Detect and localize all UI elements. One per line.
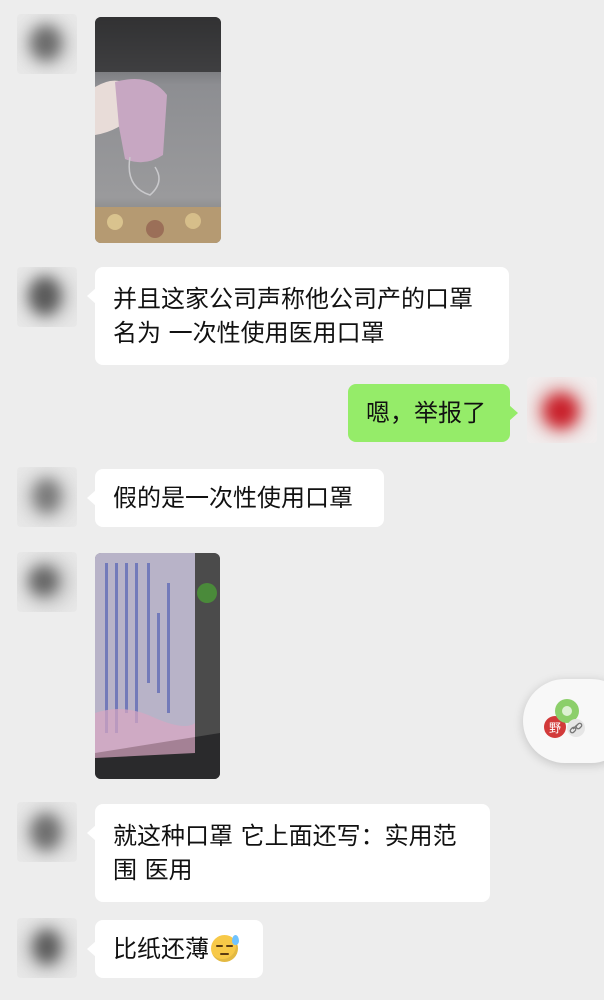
message-text: 名为 一次性使用医用口罩 (113, 319, 385, 347)
link-icon[interactable] (567, 719, 585, 737)
avatar[interactable] (527, 377, 597, 443)
message-text: 围 医用 (113, 856, 193, 884)
message-bubble[interactable]: 比纸还薄 (87, 920, 263, 978)
message-bubble[interactable]: 就这种口罩 它上面还写：实用范 围 医用 (87, 804, 490, 902)
svg-text:野: 野 (549, 721, 561, 735)
message-bubble[interactable]: 假的是一次性使用口罩 (87, 469, 384, 527)
avatar[interactable] (17, 467, 77, 527)
message-text: 并且这家公司声称他公司产的口罩 (113, 285, 473, 313)
sweat-smile-emoji-icon (211, 935, 239, 962)
message-bubble[interactable]: 并且这家公司声称他公司产的口罩 名为 一次性使用医用口罩 (87, 267, 509, 365)
avatar[interactable] (17, 14, 77, 74)
avatar[interactable] (17, 802, 77, 862)
message-bubble[interactable]: 嗯，举报了 (348, 384, 518, 442)
message-text: 嗯，举报了 (366, 399, 486, 427)
mask-package-photo[interactable] (95, 553, 220, 779)
floating-shortcut-widget[interactable]: 野 (523, 679, 604, 763)
message-text: 就这种口罩 它上面还写：实用范 (113, 822, 457, 850)
message-text: 比纸还薄 (113, 935, 209, 963)
avatar[interactable] (17, 552, 77, 612)
mask-photo[interactable] (95, 17, 221, 243)
avatar[interactable] (17, 918, 77, 978)
avatar[interactable] (17, 267, 77, 327)
message-text: 假的是一次性使用口罩 (113, 484, 353, 512)
